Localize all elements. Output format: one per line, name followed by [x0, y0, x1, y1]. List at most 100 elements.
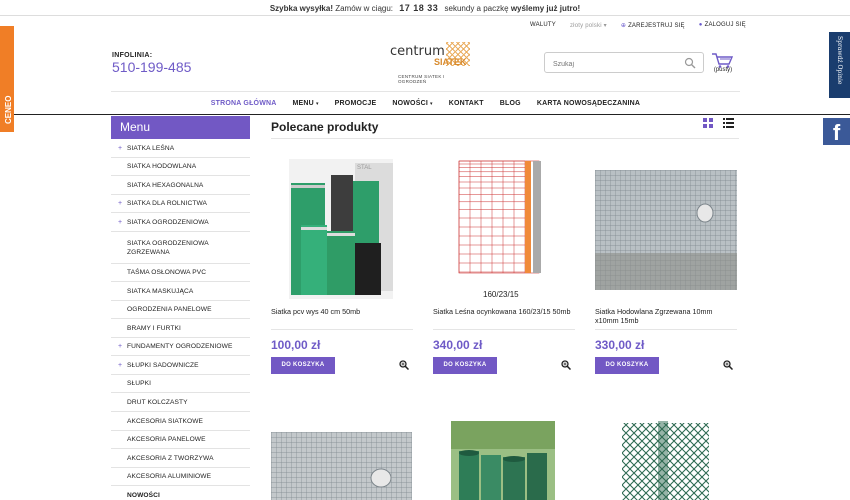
product-image-welded-mesh-2[interactable] — [271, 432, 412, 500]
currency-select[interactable]: WALUTY — [530, 22, 556, 28]
sidebar-item-label: SIATKA LEŚNA — [127, 144, 175, 152]
promo-lead: Szybka wysyłka! — [269, 4, 333, 13]
ceneo-brand: CENEO — [4, 95, 13, 124]
chevron-down-icon: ▾ — [429, 100, 433, 107]
sidebar-item-label: SIATKA OGRODZENIOWA ZGRZEWANA — [127, 239, 209, 256]
product-image-green-rolls[interactable] — [451, 421, 555, 500]
language-select[interactable]: złoty polski ▾ — [570, 22, 607, 29]
stal-label: STAL — [357, 165, 372, 171]
zoom-icon[interactable] — [723, 360, 733, 370]
grid-view-icon[interactable] — [703, 118, 713, 128]
sidebar-item-label: BRAMY I FURTKI — [127, 324, 181, 332]
sidebar-item-label: SIATKA HODOWLANA — [127, 163, 197, 170]
ceneo-text: ZAUFANE OPINIE — [55, 118, 106, 124]
sidebar-item-label: NOWOŚCI — [127, 491, 160, 499]
nav-promotions[interactable]: PROMOCJE — [327, 100, 385, 107]
card-divider — [595, 329, 737, 330]
sidebar-menu: + SIATKA LEŚNA SIATKA HODOWLANA SIATKA HEXA… — [111, 139, 250, 500]
sidebar-item-label: SŁUPKI — [127, 380, 152, 387]
list-view-icon[interactable] — [723, 118, 734, 128]
sidebar-item[interactable]: SIATKA MASKUJĄCA — [111, 282, 250, 301]
cart-status: (pusty) — [713, 67, 733, 73]
nav-label: STRONA GŁÓWNA — [210, 99, 277, 107]
expand-plus-icon[interactable]: + — [118, 219, 122, 226]
facebook-icon[interactable]: f — [823, 118, 850, 145]
user-bar: WALUTY złoty polski ▾ ⊕ ZAREJESTRUJ SIĘ ●… — [530, 16, 746, 34]
login-link[interactable]: ● ZALOGUJ SIĘ — [699, 22, 746, 28]
sidebar-item[interactable]: + SIATKA LEŚNA — [111, 139, 250, 158]
sidebar-item[interactable]: SIATKA OGRODZENIOWA ZGRZEWANA — [111, 232, 250, 264]
expand-plus-icon[interactable]: + — [118, 343, 122, 350]
card-divider — [271, 329, 413, 330]
zoom-icon[interactable] — [399, 360, 409, 370]
sidebar-item[interactable]: + SIATKA OGRODZENIOWA — [111, 213, 250, 232]
sidebar-item-label: AKCESORIA ALUMINIOWE — [127, 473, 212, 480]
sidebar-item[interactable]: + SIATKA DLA ROLNICTWA — [111, 195, 250, 213]
sidebar-item[interactable]: DRUT KOLCZASTY — [111, 393, 250, 412]
nav-contact[interactable]: KONTAKT — [441, 100, 492, 107]
product-image-welded-mesh[interactable] — [595, 155, 737, 300]
nav-blog[interactable]: BLOG — [492, 100, 529, 107]
sidebar-item[interactable]: SIATKA HODOWLANA — [111, 158, 250, 176]
cart-icon[interactable] — [711, 52, 733, 68]
product-name[interactable]: Siatka Leśna ocynkowana 160/23/15 50mb — [433, 307, 575, 316]
promo-text-2: sekundy a paczkę — [444, 4, 509, 13]
sidebar-item[interactable]: AKCESORIA PANELOWE — [111, 431, 250, 449]
login-label: ZALOGUJ SIĘ — [704, 22, 746, 28]
sidebar-item[interactable]: AKCESORIA Z TWORZYWA — [111, 449, 250, 468]
add-to-cart-button[interactable]: DO KOSZYKA — [433, 357, 497, 374]
add-to-cart-button[interactable]: DO KOSZYKA — [271, 357, 335, 374]
reviews-badge[interactable]: Sprawdź Opinie — [829, 32, 850, 98]
sidebar-item-label: SŁUPKI SADOWNICZE — [127, 361, 199, 369]
search-icon[interactable] — [684, 57, 696, 69]
nav-home[interactable]: STRONA GŁÓWNA — [203, 100, 285, 107]
promo-text: Zamów w ciągu: — [335, 4, 394, 13]
sidebar-item-label: SIATKA DLA ROLNICTWA — [127, 200, 208, 207]
product-name[interactable]: Siatka Hodowlana Zgrzewana 10mm x10mm 15… — [595, 307, 737, 325]
add-to-cart-button[interactable]: DO KOSZYKA — [595, 357, 659, 374]
sidebar-item[interactable]: + FUNDAMENTY OGRODZENIOWE — [111, 338, 250, 356]
sidebar-item-label: SIATKA MASKUJĄCA — [127, 287, 194, 295]
sidebar-item[interactable]: AKCESORIA ALUMINIOWE — [111, 468, 250, 486]
logo-word-siatek: SIATEK — [434, 57, 467, 67]
product-image-forest-mesh[interactable]: 160/23/15 — [433, 155, 575, 300]
product-image-pvc-mesh[interactable]: STAL — [271, 155, 413, 300]
ceneo-badge[interactable]: ZAUFANE OPINIE CENEO — [0, 26, 106, 132]
sidebar-item[interactable]: TAŚMA OSŁONOWA PVC — [111, 264, 250, 282]
product-image-chainlink[interactable] — [618, 421, 713, 500]
sidebar-item[interactable]: OGRODZENIA PANELOWE — [111, 301, 250, 319]
sidebar-item[interactable]: AKCESORIA SIATKOWE — [111, 412, 250, 431]
zoom-icon[interactable] — [561, 360, 571, 370]
nav-card[interactable]: KARTA NOWOSĄDECZANINA — [529, 100, 648, 107]
register-link[interactable]: ⊕ ZAREJESTRUJ SIĘ — [621, 22, 685, 29]
register-label: ZAREJESTRUJ SIĘ — [628, 22, 685, 29]
promo-timer: 17 18 33 — [399, 3, 439, 13]
hotline-label: INFOLINIA: — [112, 52, 153, 59]
expand-plus-icon[interactable]: + — [118, 145, 122, 152]
sidebar-item-label: AKCESORIA SIATKOWE — [127, 417, 204, 425]
expand-plus-icon[interactable]: + — [118, 200, 122, 207]
sidebar-item[interactable]: NOWOŚCI — [111, 486, 250, 500]
product-name[interactable]: Siatka pcv wys 40 cm 50mb — [271, 307, 413, 316]
nav-label: NOWOŚCI — [392, 99, 428, 107]
sidebar-item[interactable]: SŁUPKI — [111, 375, 250, 393]
site-logo[interactable]: centrum SIATEK CENTRUM SIATEK I OGRODZEŃ — [388, 40, 472, 84]
sidebar-item-label: DRUT KOLCZASTY — [127, 398, 188, 406]
search-input[interactable] — [545, 55, 675, 74]
sidebar-item[interactable]: BRAMY I FURTKI — [111, 319, 250, 338]
expand-plus-icon[interactable]: + — [118, 362, 122, 369]
nav-new[interactable]: NOWOŚCI ▾ — [384, 100, 440, 107]
hotline-phone[interactable]: 510-199-485 — [112, 59, 191, 75]
language-label: złoty polski — [569, 22, 602, 29]
sidebar-title: Menu — [111, 116, 250, 139]
nav-menu[interactable]: MENU ▾ — [285, 100, 327, 107]
product-price: 100,00 zł — [271, 338, 321, 352]
product-price: 330,00 zł — [595, 338, 645, 352]
sidebar-item[interactable]: SIATKA HEXAGONALNA — [111, 176, 250, 195]
card-divider — [433, 329, 575, 330]
logo-tagline: CENTRUM SIATEK I OGRODZEŃ — [398, 74, 445, 84]
promo-bar: Szybka wysyłka! Zamów w ciągu: 17 18 33 … — [0, 0, 850, 16]
sidebar-item[interactable]: + SŁUPKI SADOWNICZE — [111, 356, 250, 375]
section-title: Polecane produkty — [271, 120, 379, 134]
chevron-down-icon: ▾ — [315, 100, 319, 107]
